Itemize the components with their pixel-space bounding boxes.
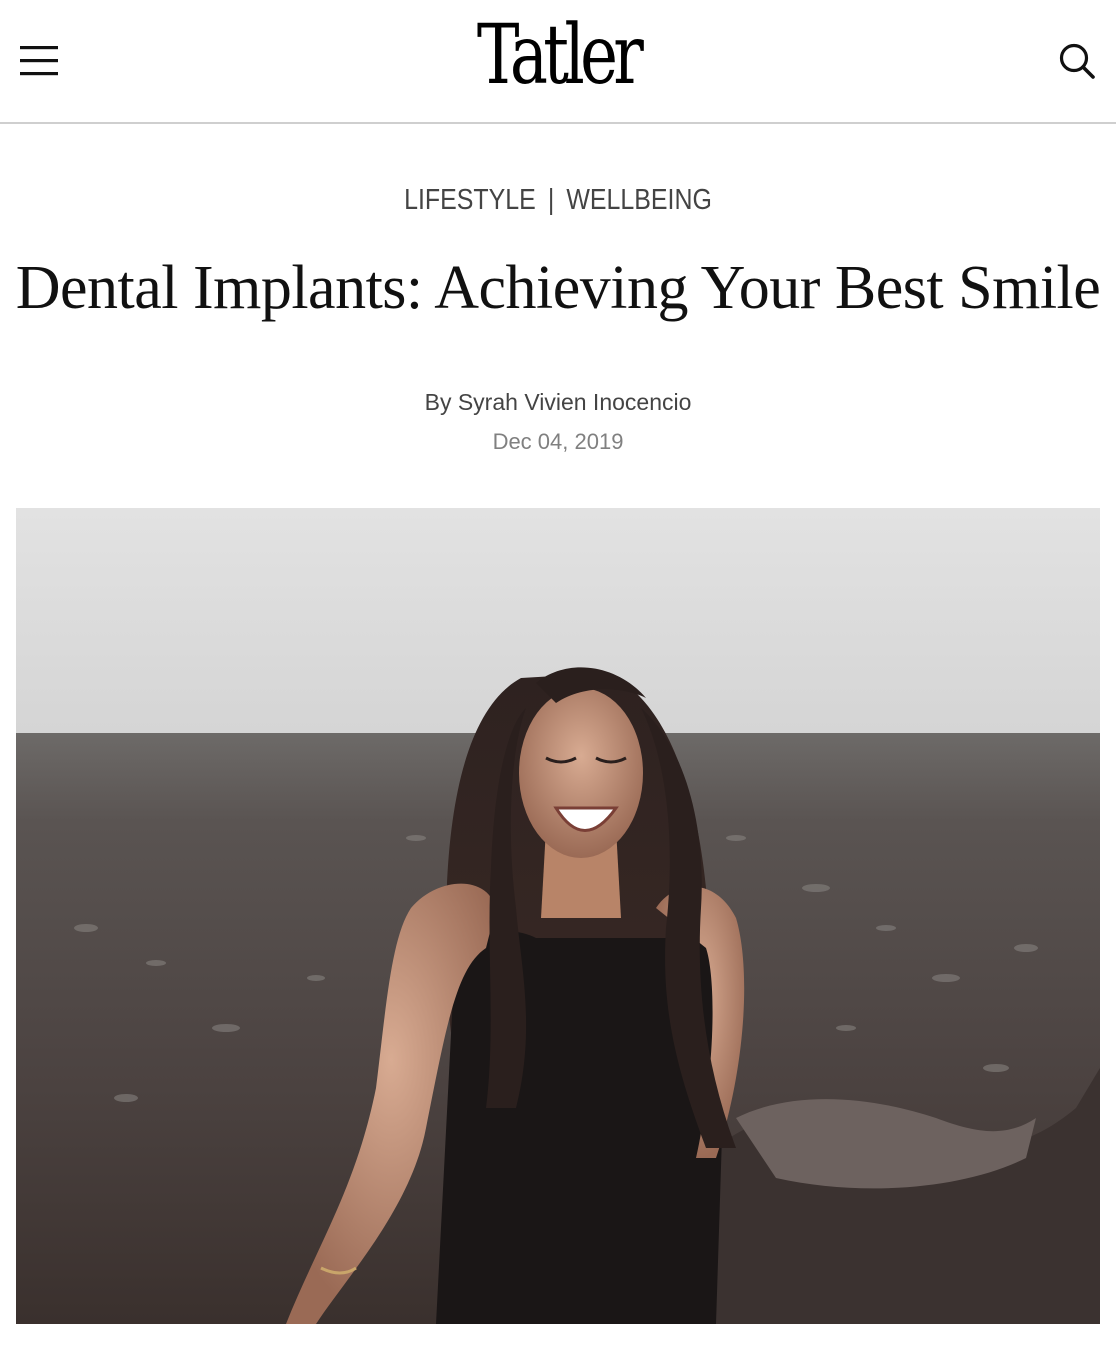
category-separator: | xyxy=(547,184,555,216)
hamburger-menu-icon[interactable] xyxy=(20,42,58,78)
category-link-lifestyle[interactable]: LIFESTYLE xyxy=(404,184,536,216)
category-link-wellbeing[interactable]: WELLBEING xyxy=(566,184,712,216)
category-breadcrumb: LIFESTYLE | WELLBEING xyxy=(78,178,1038,222)
site-header: Tatler xyxy=(0,0,1116,124)
article-title: Dental Implants: Achieving Your Best Smi… xyxy=(15,254,1101,322)
site-logo[interactable]: Tatler xyxy=(123,6,993,106)
hero-image xyxy=(16,508,1100,1324)
article-byline: By Syrah Vivien Inocencio xyxy=(0,386,1116,418)
author-link[interactable]: By Syrah Vivien Inocencio xyxy=(425,389,692,415)
article-date: Dec 04, 2019 xyxy=(492,429,624,454)
search-icon[interactable] xyxy=(1058,42,1096,80)
